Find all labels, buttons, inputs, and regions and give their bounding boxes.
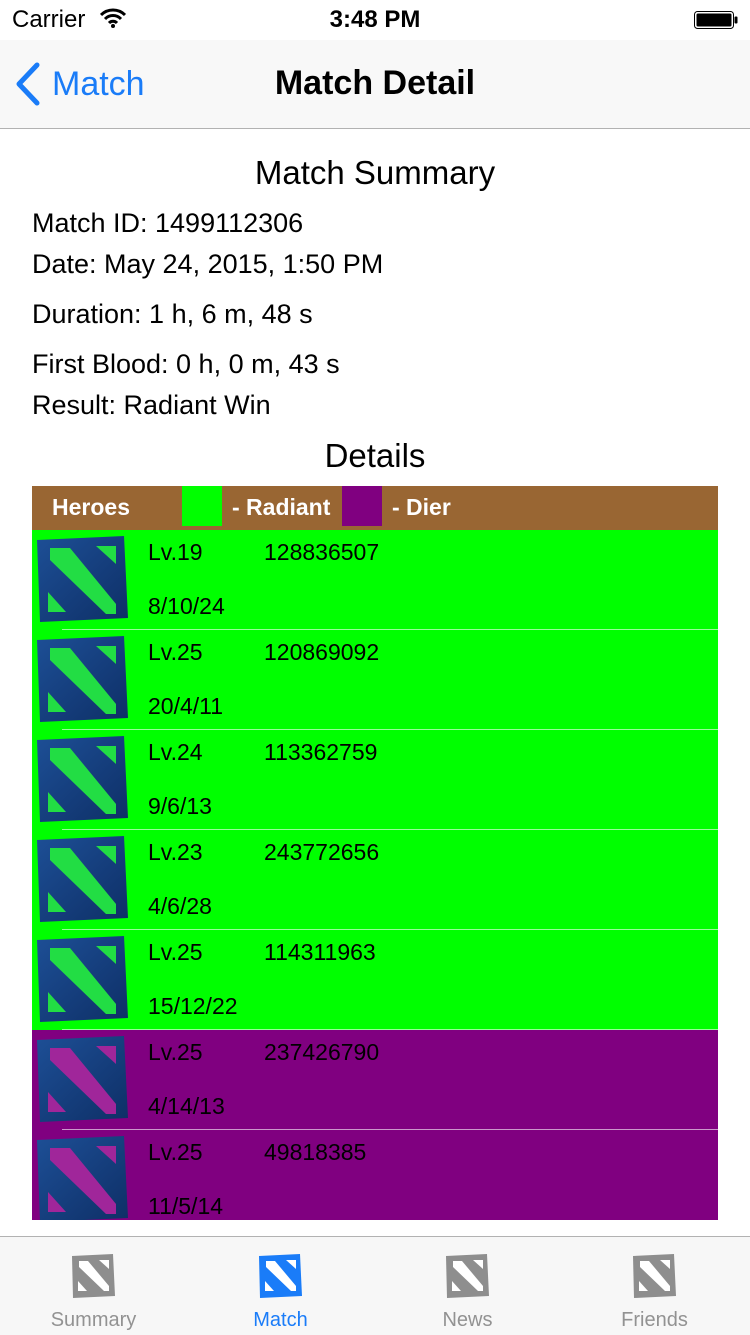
hero-portrait-icon (34, 1134, 130, 1220)
player-list: Lv.19 128836507 8/10/24 Lv.25 120869092 20/4/… (32, 530, 718, 1220)
match-id-label: Match ID: 1499112306 (32, 208, 304, 238)
player-row[interactable]: Lv.25 120869092 20/4/11 (32, 630, 718, 730)
player-account-id: 243772656 (264, 839, 380, 865)
player-level: Lv.19 (148, 539, 203, 565)
match-summary-heading: Match Summary (254, 154, 496, 191)
dier-color-swatch (342, 486, 382, 526)
hero-portrait-icon (34, 634, 130, 724)
tab-summary[interactable]: Summary (0, 1237, 187, 1335)
tab-label: Friends (621, 1309, 688, 1331)
page-title: Match Detail (274, 64, 476, 102)
tab-news[interactable]: News (374, 1237, 561, 1335)
player-row[interactable]: Lv.24 113362759 9/6/13 (32, 730, 718, 830)
first-blood-label: First Blood: 0 h, 0 m, 43 s (32, 349, 340, 379)
heroes-column-label: Heroes (52, 494, 130, 520)
player-level: Lv.23 (148, 839, 203, 865)
battery-icon (694, 11, 738, 29)
player-account-id: 49818385 (264, 1139, 367, 1165)
player-kda: 11/5/14 (148, 1193, 224, 1219)
player-kda: 9/6/13 (148, 793, 212, 819)
player-level: Lv.25 (148, 1139, 203, 1165)
dota-logo-icon (444, 1253, 490, 1299)
player-row[interactable]: Lv.25 49818385 11/5/14 (32, 1130, 718, 1220)
player-level: Lv.25 (148, 1039, 203, 1065)
player-account-id: 237426790 (264, 1039, 380, 1065)
player-kda: 8/10/24 (148, 593, 225, 619)
details-heading: Details (324, 437, 426, 474)
player-kda: 4/6/28 (148, 893, 212, 919)
tab-label: Summary (50, 1309, 137, 1331)
tab-bar: Summary Match News Friends (0, 1236, 750, 1335)
dota-logo-icon (631, 1253, 677, 1299)
player-level: Lv.25 (148, 939, 203, 965)
dota-logo-icon (70, 1253, 116, 1299)
hero-portrait-icon (34, 1034, 130, 1124)
radiant-legend-label: - Radiant (232, 494, 331, 520)
dota-logo-icon (257, 1253, 303, 1299)
table-header: Heroes - Radiant - Dier (32, 486, 718, 530)
hero-portrait-icon (34, 834, 130, 924)
result-label: Result: Radiant Win (32, 390, 271, 420)
tab-match[interactable]: Match (187, 1237, 374, 1335)
player-account-id: 128836507 (264, 539, 380, 565)
player-kda: 20/4/11 (148, 693, 224, 719)
hero-portrait-icon (34, 934, 130, 1024)
player-row[interactable]: Lv.25 114311963 15/12/22 (32, 930, 718, 1030)
hero-portrait-icon (34, 534, 130, 624)
hero-portrait-icon (34, 734, 130, 824)
radiant-color-swatch (182, 486, 222, 526)
tab-label: Match (253, 1309, 308, 1331)
date-label: Date: May 24, 2015, 1:50 PM (32, 249, 384, 279)
navigation-bar: Match Match Detail (0, 40, 750, 129)
player-level: Lv.25 (148, 639, 203, 665)
details-table[interactable]: Heroes - Radiant - Dier Lv.19 128836507 8/… (32, 486, 718, 1220)
player-account-id: 120869092 (264, 639, 380, 665)
player-kda: 4/14/13 (148, 1093, 225, 1119)
player-level: Lv.24 (148, 739, 203, 765)
player-row[interactable]: Lv.25 237426790 4/14/13 (32, 1030, 718, 1130)
player-row[interactable]: Lv.23 243772656 4/6/28 (32, 830, 718, 930)
clock: 3:48 PM (329, 6, 421, 33)
player-account-id: 114311963 (264, 939, 376, 965)
status-bar: Carrier 3:48 PM (0, 0, 750, 40)
player-kda: 15/12/22 (148, 993, 238, 1019)
player-account-id: 113362759 (264, 739, 378, 765)
duration-label: Duration: 1 h, 6 m, 48 s (32, 299, 313, 329)
player-row[interactable]: Lv.19 128836507 8/10/24 (32, 530, 718, 630)
tab-friends[interactable]: Friends (561, 1237, 748, 1335)
tab-label: News (442, 1309, 493, 1331)
dier-legend-label: - Dier (392, 494, 451, 520)
